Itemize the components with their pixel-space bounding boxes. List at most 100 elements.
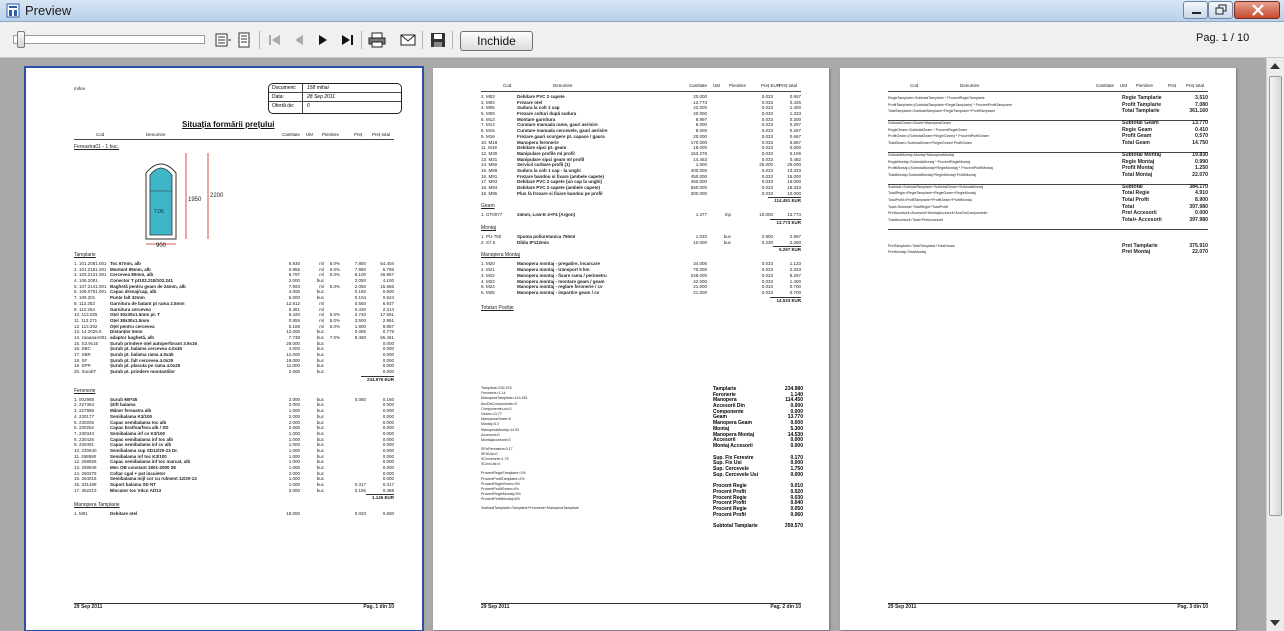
drawing-label: 7.06 — [154, 209, 164, 215]
user-name: mihai — [74, 86, 85, 91]
table-header: Cod Denumire Cantitate UM Pierdere Preț … — [888, 82, 1208, 92]
toolbar-separator — [422, 31, 423, 49]
cell-cantitate: 18.000 — [286, 511, 300, 517]
col-cantitate: Cantitate — [1096, 83, 1115, 89]
page-width-icon[interactable] — [214, 32, 232, 48]
templates-total: 234.976 EUR — [74, 375, 394, 383]
email-icon[interactable] — [399, 32, 417, 48]
restore-icon — [1215, 4, 1227, 15]
preview-page-3[interactable]: Cod Denumire Cantitate UM Pierdere Preț … — [840, 68, 1236, 630]
previous-page-icon[interactable] — [290, 32, 308, 48]
formulas-list: Tamplarie=234.976 Feronerie=1.14 ManoperaT… — [481, 386, 631, 512]
section-montaj: Montaj — [481, 225, 497, 232]
calc-formula: TotalRegie=RegieTamplarie+RegieGeam+Regi… — [888, 191, 976, 196]
offer-value: 0 — [307, 103, 310, 109]
doc-label: Document: — [272, 85, 297, 91]
calc-formula: Subtotal=SubtotalTamplarie+SubtotalGeam+… — [888, 184, 984, 189]
next-page-icon[interactable] — [314, 32, 332, 48]
summary-label: Sup. Cercevele Usi — [713, 471, 759, 478]
table-row: 1. M01 Debitare otel 18.000 0.033 0.600 — [74, 511, 394, 517]
cell-total: 0.600 — [382, 511, 394, 517]
save-icon[interactable] — [429, 32, 447, 48]
table-header: Cod Denumire Cantitate UM Pierdere Preț … — [481, 82, 801, 92]
close-preview-button[interactable]: Inchide — [460, 31, 533, 51]
vertical-scrollbar[interactable] — [1266, 58, 1284, 631]
drawing-height-outer: 2200 — [210, 193, 224, 199]
col-pret-total: Preț total — [1186, 83, 1205, 89]
page-indicator: Pag. 1 / 10 — [1196, 32, 1250, 44]
manopera-montaj-total: 14.533 EUR — [481, 296, 801, 304]
calc-formula: TotalTamplarie=SubtotalTamplarie+RegieTa… — [888, 109, 996, 114]
col-cod: Cod — [503, 83, 512, 89]
scrollbar-thumb[interactable] — [1269, 76, 1282, 516]
last-page-icon[interactable] — [338, 32, 356, 48]
col-um: UM — [306, 132, 313, 137]
col-um: UM — [1120, 83, 1127, 89]
calc-formula: ProfitMontaj=(SubtotalMontaj+RegieMontaj… — [888, 166, 993, 171]
close-button[interactable] — [1234, 1, 1280, 19]
col-cantitate: Cantitate — [282, 132, 301, 137]
summary-value: 0.060 — [790, 511, 803, 518]
calculation-row: ProfitTamplarie=(SubtotalTamplarie+Regie… — [888, 102, 1208, 110]
first-page-icon[interactable] — [266, 32, 284, 48]
manopera-table: 2. M03 Debitare PVC 2 capete 20.000 0.033 0.… — [481, 94, 801, 196]
page-footer: 29 Sep 2011 Pag. 2 din 10 — [481, 604, 801, 610]
drawing-width: 900 — [156, 243, 167, 247]
calc-formula: SubtotalMontaj=Montaj+ManoperaMontaj — [888, 152, 954, 157]
footer-date: 29 Sep 2011 — [481, 604, 510, 610]
minimize-button[interactable] — [1183, 1, 1208, 19]
calc-formula: RegieMontaj=SubtotalMontaj * ProcentRegi… — [888, 159, 971, 164]
manopera-total: 114.451 EUR — [481, 196, 801, 204]
scroll-up-icon[interactable] — [1270, 63, 1280, 69]
whole-page-icon[interactable] — [236, 32, 254, 48]
scroll-down-icon[interactable] — [1270, 620, 1280, 626]
calc-value: 361.160 — [1189, 108, 1208, 115]
summary-row: Montaj Accesorii 0.000 — [713, 443, 803, 449]
calculation-row: SubtotalGeam=Geam+ManoperaGeam Subtotal G… — [888, 120, 1208, 128]
calc-formula: Total=Subtotal+TotalRegie+TotalProfit — [888, 204, 949, 209]
preview-page-1[interactable]: mihai Document: 158 mihai Data: 28 Sep 201… — [24, 66, 424, 631]
calc-formula: RegieGeam=SubtotalGeam * ProcentRegieGea… — [888, 127, 968, 132]
col-pret-total: Preț total — [372, 132, 391, 137]
col-pierdere: Pierdere — [322, 132, 340, 137]
window-title: Preview — [25, 3, 72, 18]
footer-page: Pag. 2 din 10 — [770, 604, 801, 610]
col-cod: Cod — [910, 83, 919, 89]
maximize-button[interactable] — [1208, 1, 1233, 19]
preview-page-2[interactable]: Cod Denumire Cantitate UM Pierdere Preț … — [433, 68, 829, 630]
cell-pret: 0.033 — [354, 511, 366, 517]
cell-cod: 1. M01 — [74, 511, 88, 517]
calc-formula: TotalAccesorii=Total+PretAccesorii — [888, 217, 944, 222]
montaj-table: 1. PU-750 Spuma poliuretanica 750ml 1.033 b… — [481, 234, 801, 245]
document-info-box: Document: 158 mihai Data: 28 Sep 2011 Ofer… — [268, 83, 402, 114]
manopera-table: 1. M01 Debitare otel 18.000 0.033 0.600 — [74, 511, 394, 517]
calc-label: Total Profit — [1122, 196, 1149, 203]
zoom-slider-track[interactable] — [13, 35, 205, 44]
calculation-row: PretTamplarie=TotalTamplarie+TotalGeam Pr… — [888, 243, 1208, 251]
close-icon — [1252, 4, 1264, 16]
col-cod: Cod — [96, 132, 105, 137]
drawing-height-inner: 1950 — [188, 197, 202, 203]
calc-formula: TotalGeam=SubtotalGeam+RegieGeam+ProfitG… — [888, 140, 972, 145]
col-pierdere: Pierdere — [1136, 83, 1154, 89]
formula-line: SCercUsi=0 — [481, 462, 501, 467]
calculation-row: TotalTamplarie=SubtotalTamplarie+RegieTa… — [888, 108, 1208, 122]
manopera-montaj-table: 1. M20 Manopera montaj - pregatire, incar… — [481, 261, 801, 295]
printer-icon[interactable] — [368, 32, 386, 48]
zoom-slider-thumb[interactable] — [17, 31, 25, 48]
calc-formula: PretMontaj=TotalMontaj — [888, 250, 926, 255]
calc-label: Profit Montaj — [1122, 165, 1154, 172]
title-bar: Preview — [0, 0, 1284, 22]
geam-total: 13.773 EUR — [481, 218, 801, 226]
calc-formula: PretTamplarie=TotalTamplarie+TotalGeam — [888, 243, 955, 248]
summary-value: 0.000 — [790, 442, 803, 449]
calc-formula: RegieTamplarie=SubtotalTamplarie * Proce… — [888, 96, 985, 100]
preview-viewport[interactable]: mihai Document: 158 mihai Data: 28 Sep 201… — [0, 58, 1266, 631]
doc-value: 158 mihai — [307, 85, 329, 91]
templates-section: Tamplarie 1. 101.2081.001 Toc 67mm, alb 6.… — [74, 252, 394, 517]
calc-value: 22.070 — [1192, 171, 1208, 178]
calc-label: Total Montaj — [1122, 171, 1153, 178]
footer-date: 29 Sep 2011 — [888, 604, 917, 610]
feronerie-total: 1.145 EUR — [74, 493, 394, 501]
summary-label: Montaj Accesorii — [713, 442, 753, 449]
